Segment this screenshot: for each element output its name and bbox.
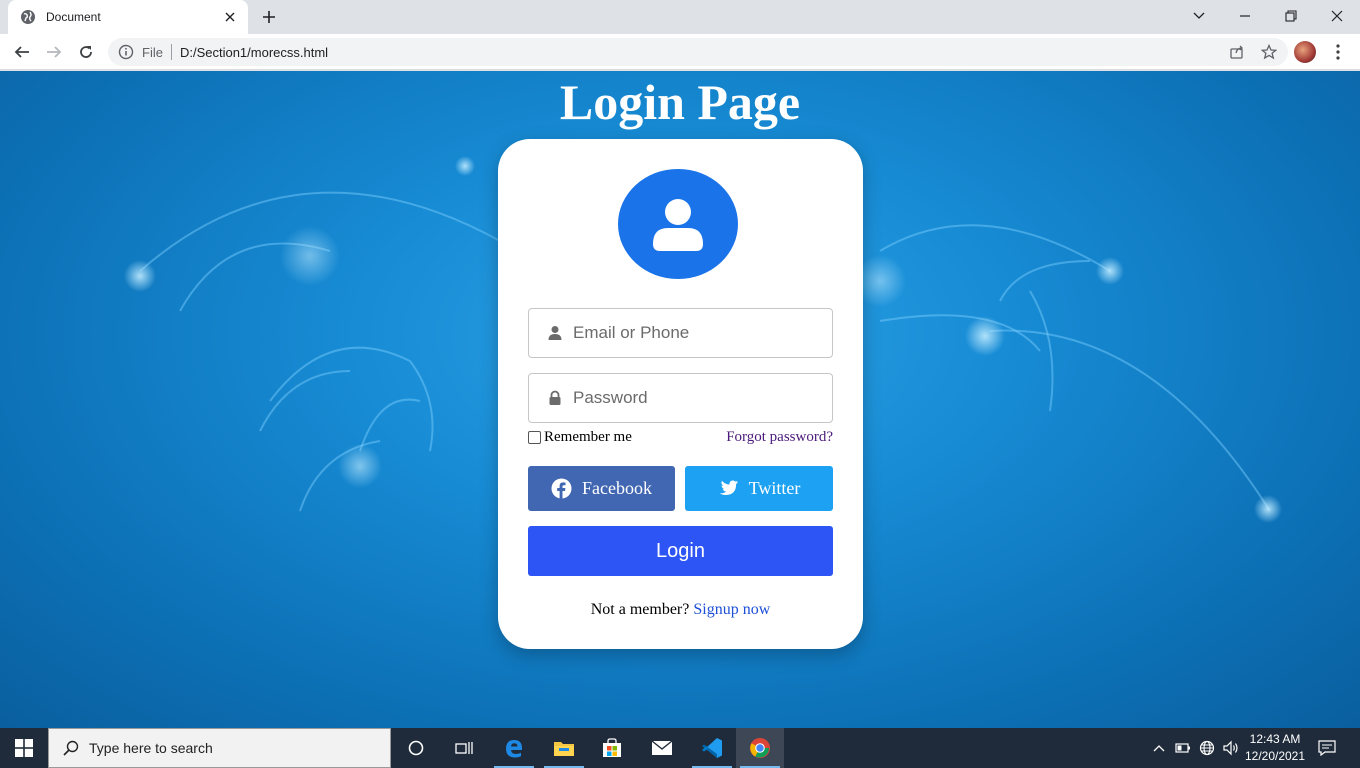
signup-row: Not a member? Signup now — [498, 601, 863, 619]
forgot-password-link[interactable]: Forgot password? — [726, 429, 833, 446]
remember-checkbox[interactable] — [528, 430, 541, 444]
login-card: Remember me Forgot password? Facebook Tw… — [498, 139, 863, 649]
notification-icon[interactable] — [1316, 738, 1338, 758]
taskbar-clock[interactable]: 12:43 AM 12/20/2021 — [1240, 731, 1310, 765]
url-scheme-label: File — [142, 44, 163, 60]
vscode-icon[interactable] — [688, 728, 736, 768]
reload-button[interactable] — [72, 38, 100, 66]
password-input[interactable] — [573, 388, 813, 408]
twitter-button[interactable]: Twitter — [685, 466, 833, 511]
taskbar-search-box[interactable]: Type here to search — [48, 728, 391, 768]
signup-prompt: Not a member? — [590, 601, 690, 618]
minimize-button[interactable] — [1222, 0, 1268, 32]
cortana-icon[interactable] — [392, 728, 440, 768]
bookmark-star-icon[interactable] — [1260, 43, 1278, 61]
file-explorer-icon[interactable] — [540, 728, 588, 768]
url-text[interactable]: D:/Section1/morecss.html — [180, 45, 328, 60]
tab-strip: Document — [0, 0, 1360, 34]
page-viewport: Login Page Remember me Forgot — [0, 71, 1360, 728]
facebook-label: Facebook — [582, 478, 652, 498]
search-icon — [63, 740, 79, 756]
facebook-button[interactable]: Facebook — [528, 466, 675, 511]
task-view-icon[interactable] — [440, 728, 488, 768]
globe-icon — [20, 9, 36, 25]
browser-toolbar: File D:/Section1/morecss.html — [0, 34, 1360, 70]
battery-icon[interactable] — [1174, 728, 1192, 768]
signup-link[interactable]: Signup now — [693, 601, 770, 618]
tab-title: Document — [46, 10, 101, 24]
lock-icon — [547, 390, 563, 406]
new-tab-button[interactable] — [258, 6, 280, 28]
taskbar: Type here to search 12:43 AM 12/20/2021 — [0, 728, 1360, 768]
browser-tab[interactable]: Document — [8, 0, 248, 34]
remember-me[interactable]: Remember me — [528, 429, 632, 446]
url-separator — [170, 44, 172, 60]
close-window-button[interactable] — [1314, 0, 1360, 32]
clock-time: 12:43 AM — [1249, 732, 1301, 746]
mail-icon[interactable] — [638, 728, 686, 768]
windows-start-button[interactable] — [0, 728, 48, 768]
chevron-up-icon[interactable] — [1150, 728, 1168, 768]
remember-label: Remember me — [544, 428, 632, 445]
edge-icon[interactable] — [490, 728, 538, 768]
facebook-icon — [551, 478, 572, 499]
search-placeholder: Type here to search — [89, 740, 213, 756]
twitter-label: Twitter — [748, 478, 801, 498]
forward-button[interactable] — [40, 38, 68, 66]
page-title: Login Page — [559, 74, 801, 130]
profile-avatar[interactable] — [1294, 41, 1316, 63]
close-icon[interactable] — [222, 9, 238, 25]
tab-search-button[interactable] — [1176, 0, 1222, 32]
email-field[interactable] — [528, 308, 833, 358]
email-input[interactable] — [573, 323, 813, 343]
remember-row: Remember me Forgot password? — [528, 428, 833, 446]
more-menu-icon[interactable] — [1328, 40, 1348, 64]
back-button[interactable] — [8, 38, 36, 66]
clock-date: 12/20/2021 — [1244, 749, 1306, 763]
address-bar[interactable]: File D:/Section1/morecss.html — [108, 38, 1288, 66]
password-field[interactable] — [528, 373, 833, 423]
user-icon — [618, 169, 738, 279]
restore-button[interactable] — [1268, 0, 1314, 32]
twitter-icon — [718, 478, 739, 499]
store-icon[interactable] — [588, 728, 636, 768]
volume-icon[interactable] — [1221, 728, 1241, 768]
share-icon[interactable] — [1228, 43, 1246, 61]
user-icon — [547, 325, 563, 341]
info-icon[interactable] — [118, 44, 134, 60]
chrome-icon[interactable] — [736, 728, 784, 768]
network-globe-icon[interactable] — [1198, 728, 1216, 768]
login-button[interactable]: Login — [528, 526, 833, 576]
